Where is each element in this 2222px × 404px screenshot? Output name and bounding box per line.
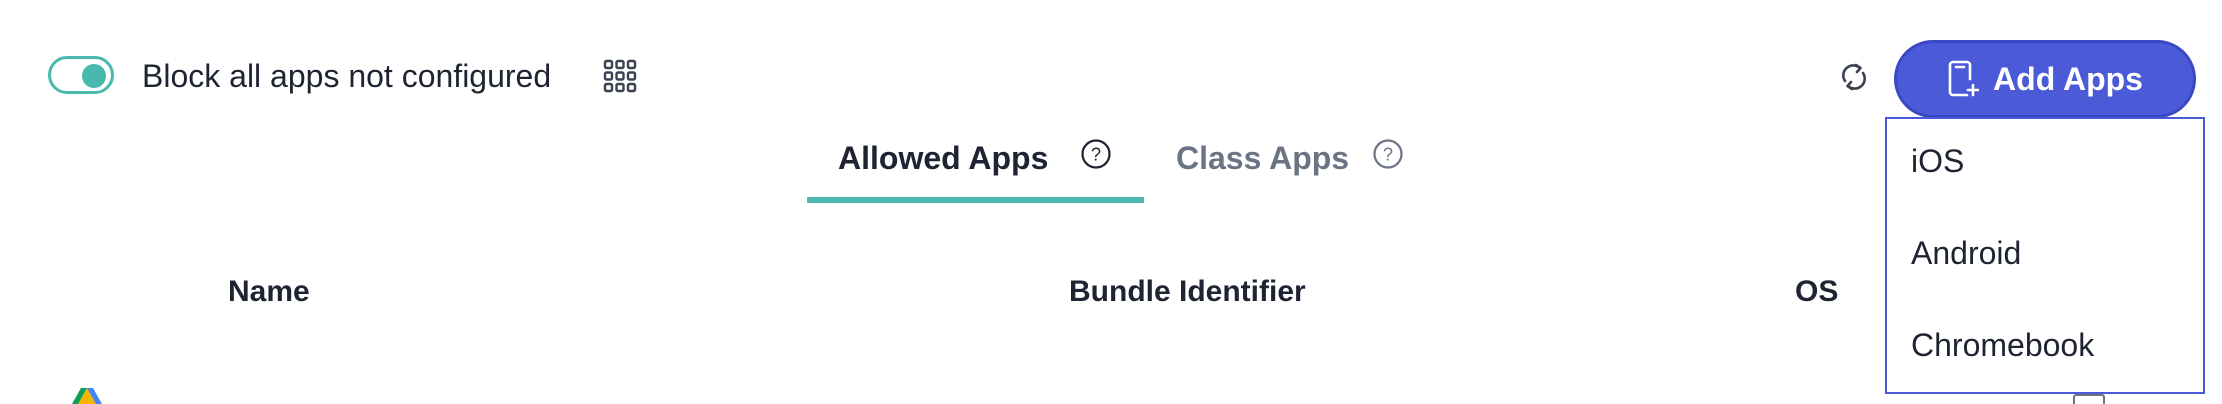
- toggle-knob: [82, 64, 106, 88]
- google-drive-icon: [72, 388, 102, 404]
- dropdown-item-ios[interactable]: iOS: [1911, 139, 1964, 183]
- column-header-bundle-identifier[interactable]: Bundle Identifier: [1069, 272, 1306, 312]
- refresh-icon[interactable]: [1836, 59, 1872, 95]
- add-apps-label: Add Apps: [1993, 60, 2143, 97]
- question-circle-icon[interactable]: ?: [1080, 138, 1112, 170]
- column-header-os[interactable]: OS: [1795, 272, 1838, 312]
- add-apps-button[interactable]: Add Apps: [1894, 40, 2196, 118]
- add-device-icon: [1948, 60, 1980, 97]
- block-apps-label: Block all apps not configured: [142, 58, 552, 94]
- svg-text:?: ?: [1091, 145, 1101, 165]
- tab-class-apps[interactable]: Class Apps: [1176, 138, 1349, 178]
- tab-allowed-apps[interactable]: Allowed Apps: [838, 138, 1048, 178]
- add-apps-dropdown: iOS Android Chromebook: [1885, 117, 2205, 394]
- active-tab-indicator: [807, 197, 1144, 203]
- trash-icon[interactable]: [2073, 394, 2105, 404]
- svg-text:?: ?: [1383, 145, 1393, 165]
- block-apps-toggle[interactable]: [48, 56, 114, 94]
- question-circle-icon[interactable]: ?: [1372, 138, 1404, 170]
- column-header-name[interactable]: Name: [228, 272, 310, 312]
- dropdown-item-chromebook[interactable]: Chromebook: [1911, 323, 2094, 367]
- grid-icon[interactable]: [603, 59, 637, 93]
- dropdown-item-android[interactable]: Android: [1911, 231, 2021, 275]
